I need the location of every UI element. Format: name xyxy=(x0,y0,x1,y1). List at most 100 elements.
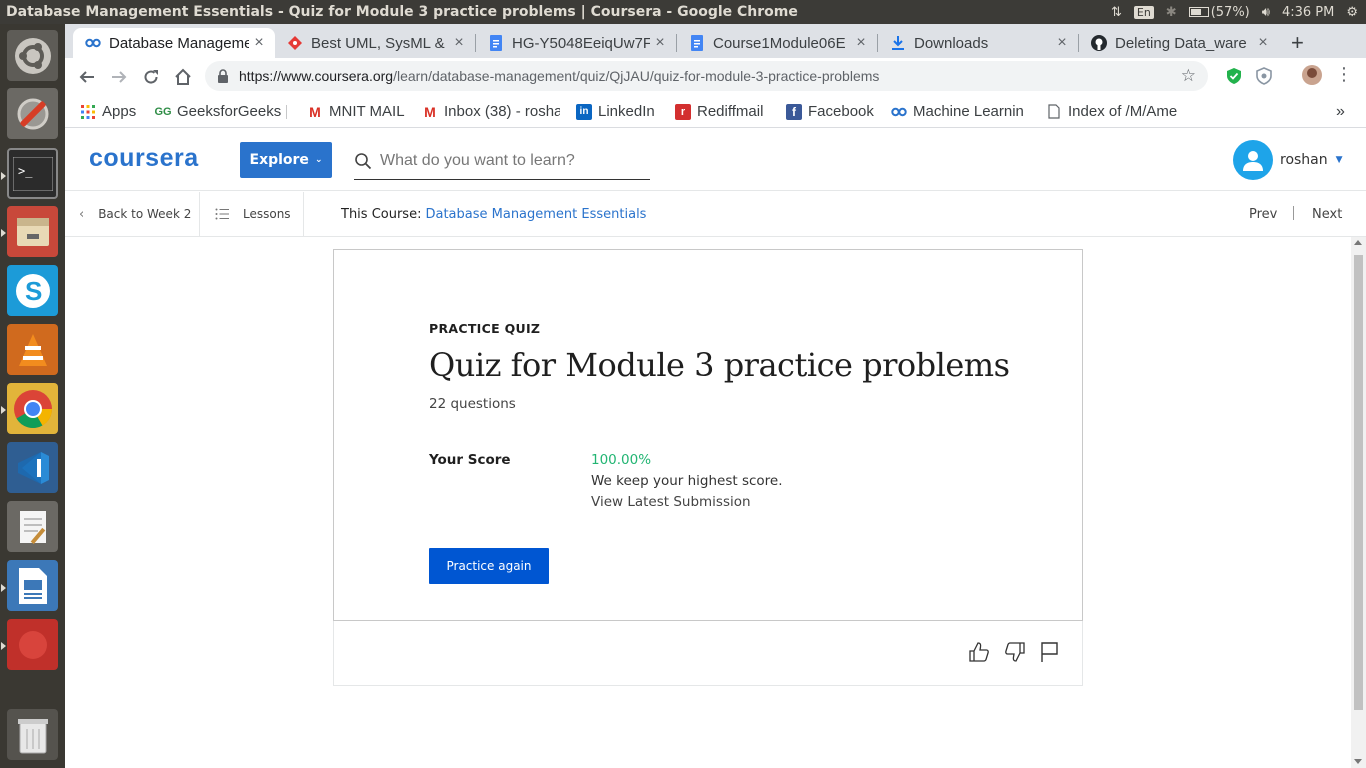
bookmark-inbox[interactable]: M Inbox (38) - rosha xyxy=(422,103,560,120)
bookmark-geeksforgeeks[interactable]: GG GeeksforGeeks | xyxy=(155,103,287,120)
profile-avatar-icon[interactable] xyxy=(1302,65,1322,85)
close-icon[interactable]: × xyxy=(650,34,670,52)
scroll-down-arrow-icon[interactable] xyxy=(1354,759,1362,764)
close-icon[interactable]: × xyxy=(851,34,871,52)
bookmark-label: LinkedIn xyxy=(598,103,655,120)
close-icon[interactable]: × xyxy=(1253,34,1273,52)
bookmark-mnit-mail[interactable]: M MNIT MAIL xyxy=(307,103,405,120)
reload-icon[interactable] xyxy=(140,66,162,88)
bookmark-star-icon[interactable]: ☆ xyxy=(1181,66,1196,86)
next-link[interactable]: Next xyxy=(1312,192,1342,236)
bookmark-label: Machine Learnin xyxy=(913,103,1024,120)
battery-percent: (57%) xyxy=(1210,4,1250,20)
username[interactable]: roshan xyxy=(1280,152,1328,168)
bookmark-label: Rediffmail xyxy=(697,103,764,120)
close-icon[interactable]: × xyxy=(249,34,269,52)
scroll-up-arrow-icon[interactable] xyxy=(1354,240,1362,245)
thumbs-up-icon[interactable] xyxy=(968,641,990,663)
coursera-icon xyxy=(891,104,907,120)
user-menu[interactable]: roshan ▼ xyxy=(1233,140,1343,180)
this-course-label: This Course: xyxy=(341,206,422,222)
volume-icon[interactable]: 🔊︎ xyxy=(1262,5,1270,20)
back-to-week-link[interactable]: ‹ Back to Week 2 xyxy=(79,192,191,236)
bookmark-linkedin[interactable]: in LinkedIn xyxy=(576,103,655,120)
linkedin-icon: in xyxy=(576,103,592,120)
bookmarks-overflow-button[interactable]: » xyxy=(1336,103,1345,121)
clock[interactable]: 4:36 PM xyxy=(1282,5,1334,20)
coursera-header: coursera Explore ⌄ roshan ▼ xyxy=(65,128,1366,191)
close-icon[interactable]: × xyxy=(1052,34,1072,52)
avatar[interactable] xyxy=(1233,140,1273,180)
tab-hg-doc[interactable]: HG-Y5048EeiqUw7F × xyxy=(476,28,676,58)
divider xyxy=(1293,206,1294,220)
privacy-extension-icon[interactable] xyxy=(1255,67,1273,85)
prev-link[interactable]: Prev xyxy=(1249,192,1277,236)
trash-icon[interactable] xyxy=(7,709,58,760)
lock-icon[interactable] xyxy=(217,69,229,83)
search-icon[interactable] xyxy=(354,152,372,170)
facebook-icon: f xyxy=(786,103,802,120)
coursera-logo[interactable]: coursera xyxy=(89,144,199,173)
tab-downloads[interactable]: Downloads × xyxy=(878,28,1078,58)
tab-github[interactable]: Deleting Data_ware × xyxy=(1079,28,1279,58)
launcher: >_ S xyxy=(0,24,65,768)
chevron-left-icon: ‹ xyxy=(79,206,85,222)
course-name-link[interactable]: Database Management Essentials xyxy=(425,207,646,222)
url-host: https://www.coursera.org xyxy=(239,68,394,84)
bookmark-machine-learning[interactable]: Machine Learnin xyxy=(891,103,1029,120)
home-icon[interactable] xyxy=(172,66,194,88)
vscode-icon[interactable] xyxy=(7,442,58,493)
lessons-button[interactable]: Lessons xyxy=(215,192,291,236)
gfg-icon: GG xyxy=(155,105,172,118)
browser-menu-icon[interactable]: ⋮ xyxy=(1335,66,1353,84)
tab-course-doc[interactable]: Course1Module06E × xyxy=(677,28,877,58)
explore-button[interactable]: Explore ⌄ xyxy=(240,142,332,178)
flag-icon[interactable] xyxy=(1039,641,1061,663)
thumbs-down-icon[interactable] xyxy=(1004,641,1026,663)
search-input[interactable] xyxy=(380,152,640,170)
terminal-icon[interactable]: >_ xyxy=(7,148,58,199)
vertical-scrollbar[interactable] xyxy=(1351,237,1366,768)
bookmark-rediffmail[interactable]: r Rediffmail xyxy=(675,103,763,120)
chrome-icon[interactable] xyxy=(7,383,58,434)
bookmark-apps[interactable]: Apps xyxy=(80,103,136,120)
address-bar[interactable]: https://www.coursera.org/learn/database-… xyxy=(205,61,1208,91)
battery-indicator[interactable]: (57%) xyxy=(1188,4,1250,20)
libreoffice-writer-icon[interactable] xyxy=(7,560,58,611)
bookmark-label: MNIT MAIL xyxy=(329,103,405,120)
course-subnav: ‹ Back to Week 2 Lessons This Course: Da… xyxy=(65,192,1366,237)
caret-down-icon[interactable]: ▼ xyxy=(1336,155,1343,165)
scrollbar-thumb[interactable] xyxy=(1354,255,1363,710)
gmail-icon: M xyxy=(309,103,321,120)
input-method-indicator[interactable]: En xyxy=(1133,5,1154,19)
file-manager-icon[interactable] xyxy=(7,206,58,257)
launcher-running-indicator xyxy=(1,229,6,237)
skype-icon[interactable]: S xyxy=(7,265,58,316)
url-path: /learn/database-management/quiz/QjJAU/qu… xyxy=(393,68,880,84)
text-editor-icon[interactable] xyxy=(7,501,58,552)
bookmark-facebook[interactable]: f Facebook xyxy=(786,103,874,120)
system-top-bar: Database Management Essentials - Quiz fo… xyxy=(0,0,1366,24)
bookmark-label: Index of /M/Ame xyxy=(1068,103,1178,120)
system-settings-icon[interactable] xyxy=(7,88,58,139)
red-app-icon[interactable] xyxy=(7,619,58,670)
session-gear-icon[interactable]: ⚙ xyxy=(1346,5,1358,20)
tab-coursera[interactable]: Database Management Essentials × xyxy=(73,28,275,58)
view-latest-submission-link[interactable]: View Latest Submission xyxy=(591,494,751,510)
bluetooth-icon[interactable]: ✱ xyxy=(1166,5,1177,20)
new-tab-button[interactable]: + xyxy=(1291,30,1304,56)
close-icon[interactable]: × xyxy=(449,34,469,52)
practice-again-button[interactable]: Practice again xyxy=(429,548,549,584)
forward-arrow-icon[interactable] xyxy=(108,66,130,88)
vlc-icon[interactable] xyxy=(7,324,58,375)
shield-extension-icon[interactable] xyxy=(1225,67,1243,85)
back-arrow-icon[interactable] xyxy=(76,66,98,88)
launcher-running-indicator xyxy=(1,406,6,414)
bookmark-index[interactable]: Index of /M/Ame xyxy=(1046,103,1186,120)
tab-uml[interactable]: Best UML, SysML & B × xyxy=(275,28,475,58)
network-arrows-icon[interactable]: ⇅ xyxy=(1111,5,1122,20)
bookmark-label: GeeksforGeeks | xyxy=(177,103,287,120)
ubuntu-dash-icon[interactable] xyxy=(7,30,58,81)
coursera-icon xyxy=(85,35,101,51)
svg-text:>_: >_ xyxy=(18,164,33,178)
